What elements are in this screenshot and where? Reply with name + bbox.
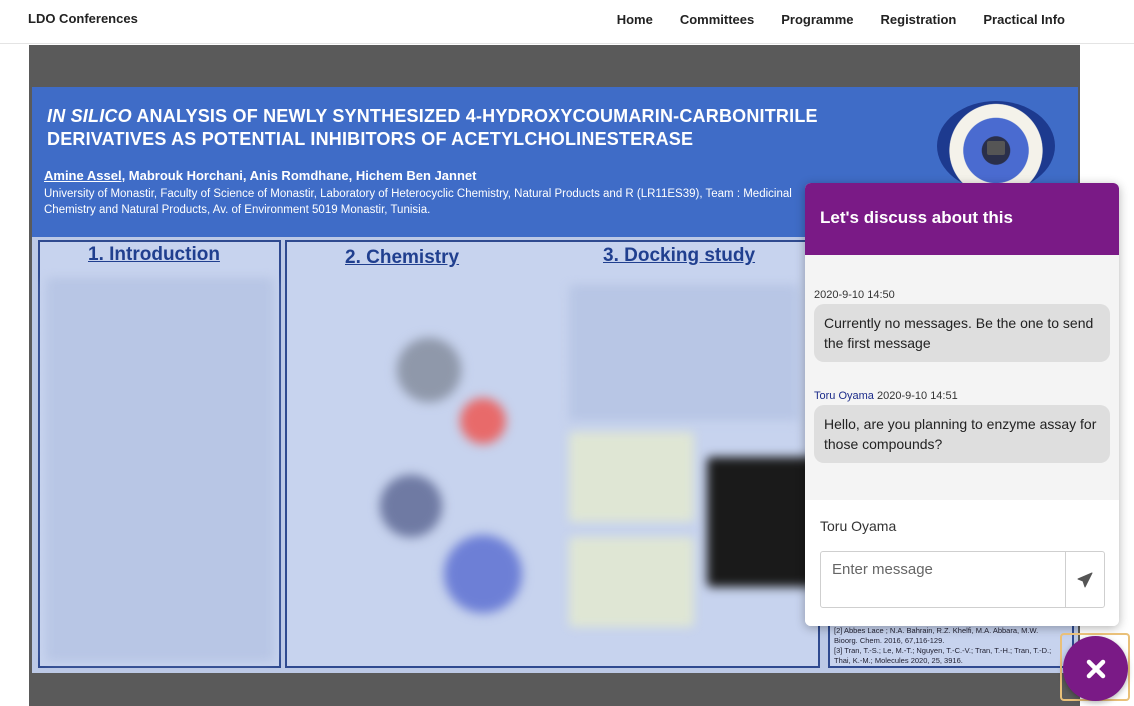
message-timestamp: 2020-9-10 14:50	[814, 289, 895, 301]
message-meta: 2020-9-10 14:50	[814, 289, 895, 301]
message-input[interactable]	[820, 551, 1066, 608]
university-seal-icon	[937, 101, 1055, 191]
poster-authors: Amine Assel, Mabrouk Horchani, Anis Romd…	[44, 168, 476, 183]
close-icon	[1086, 659, 1105, 678]
chat-messages[interactable]: 2020-9-10 14:50 Currently no messages. B…	[805, 255, 1119, 500]
current-user-name: Toru Oyama	[820, 518, 897, 534]
section-introduction-heading: 1. Introduction	[88, 244, 220, 265]
brand-logo[interactable]: LDO Conferences	[28, 11, 138, 26]
introduction-blurred-text	[46, 280, 274, 660]
section-docking-heading: 3. Docking study	[603, 245, 756, 266]
message-timestamp: 2020-9-10 14:51	[876, 390, 958, 402]
chat-header: Let's discuss about this	[805, 183, 1119, 255]
reference-line: Thai, K.-M.; Molecules 2020, 25, 3916.	[834, 656, 963, 665]
chemistry-scheme-blurred	[357, 302, 537, 642]
reference-line: [2] Abbes Lace ; N.A. Bahrain, R.Z. Khel…	[834, 626, 1039, 635]
top-navbar: LDO Conferences Home Committees Programm…	[0, 0, 1134, 44]
references-text: [2] Abbes Lace ; N.A. Bahrain, R.Z. Khel…	[834, 626, 1072, 666]
poster-title: IN SILICO ANALYSIS OF NEWLY SYNTHESIZED …	[47, 105, 927, 151]
message-bubble: Currently no messages. Be the one to sen…	[814, 304, 1110, 362]
chat-panel: Let's discuss about this 2020-9-10 14:50…	[805, 183, 1119, 626]
nav-programme[interactable]: Programme	[781, 12, 853, 27]
poster-column-introduction: 1. Introduction	[38, 240, 281, 668]
message-bubble: Hello, are you planning to enzyme assay …	[814, 405, 1110, 463]
docking-image-2	[569, 537, 694, 627]
reference-line: Bioorg. Chem. 2016, 67,116-129.	[834, 636, 945, 645]
nav-practical-info[interactable]: Practical Info	[983, 12, 1065, 27]
paper-plane-icon	[1077, 572, 1093, 587]
reference-line: [3] Tran, T.-S.; Le, M.-T.; Nguyen, T.-C…	[834, 646, 1052, 655]
lead-author: Amine Assel	[44, 168, 122, 183]
poster-title-italic: IN SILICO	[47, 106, 132, 126]
docking-image-1	[569, 432, 694, 522]
nav-registration[interactable]: Registration	[881, 12, 957, 27]
poster-column-chemistry-docking: 2. Chemistry 3. Docking study	[285, 240, 820, 668]
docking-blurred-text	[569, 287, 799, 422]
nav-home[interactable]: Home	[617, 12, 653, 27]
send-button[interactable]	[1065, 551, 1105, 608]
nav-committees[interactable]: Committees	[680, 12, 754, 27]
poster-affiliation: University of Monastir, Faculty of Scien…	[44, 188, 792, 216]
message-author: Toru Oyama	[814, 390, 874, 402]
chat-footer: Toru Oyama	[805, 500, 1119, 626]
other-authors: , Mabrouk Horchani, Anis Romdhane, Hiche…	[121, 168, 477, 183]
docking-dark-image	[707, 457, 817, 587]
message-meta: Toru Oyama 2020-9-10 14:51	[814, 390, 958, 402]
nav-links: Home Committees Programme Registration P…	[590, 12, 1065, 27]
poster-title-rest: ANALYSIS OF NEWLY SYNTHESIZED 4-HYDROXYC…	[47, 106, 818, 149]
section-chemistry-heading: 2. Chemistry	[345, 247, 460, 268]
close-chat-button[interactable]	[1063, 636, 1128, 701]
